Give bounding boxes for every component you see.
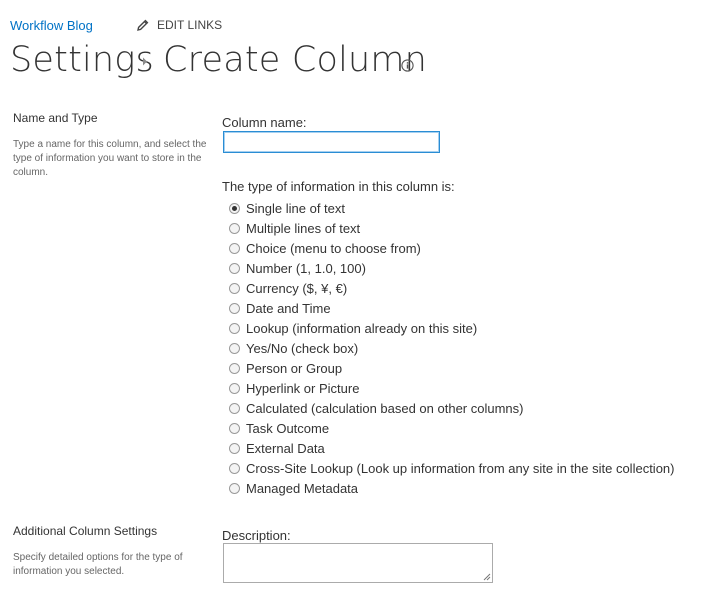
radio-option-external-data[interactable]: External Data [229, 438, 325, 458]
breadcrumb-current: Create Column [163, 40, 428, 80]
section-title-name-type: Name and Type [13, 111, 98, 125]
radio-option-multiple-lines-text[interactable]: Multiple lines of text [229, 218, 360, 238]
radio-button[interactable] [229, 262, 240, 274]
edit-links-button[interactable]: EDIT LINKS [137, 18, 222, 32]
radio-option-managed-metadata[interactable]: Managed Metadata [229, 478, 358, 498]
section-desc-additional: Specify detailed options for the type of… [13, 552, 183, 577]
radio-button[interactable] [229, 302, 240, 314]
column-name-input[interactable] [223, 131, 440, 153]
radio-button[interactable] [229, 482, 240, 494]
type-label: The type of information in this column i… [222, 179, 455, 194]
radio-button[interactable] [229, 222, 240, 234]
radio-option-task-outcome[interactable]: Task Outcome [229, 418, 329, 438]
description-textarea[interactable] [223, 543, 493, 583]
radio-button[interactable] [229, 362, 240, 374]
radio-button[interactable] [229, 442, 240, 454]
radio-option-hyperlink-picture[interactable]: Hyperlink or Picture [229, 378, 359, 398]
edit-links-label: EDIT LINKS [157, 18, 223, 32]
radio-button[interactable] [229, 322, 240, 334]
description-label: Description: [222, 528, 291, 543]
radio-option-date-time[interactable]: Date and Time [229, 298, 331, 318]
radio-option-lookup[interactable]: Lookup (information already on this site… [229, 318, 477, 338]
radio-option-cross-site-lookup[interactable]: Cross-Site Lookup (Look up information f… [229, 458, 674, 478]
radio-button[interactable] [229, 382, 240, 394]
radio-option-calculated[interactable]: Calculated (calculation based on other c… [229, 398, 524, 418]
radio-option-currency[interactable]: Currency ($, ¥, €) [229, 278, 347, 298]
radio-option-number[interactable]: Number (1, 1.0, 100) [229, 258, 366, 278]
radio-button[interactable] [229, 402, 240, 414]
column-name-label: Column name: [222, 115, 307, 130]
site-link[interactable]: Workflow Blog [10, 18, 93, 33]
radio-button[interactable] [229, 202, 240, 214]
section-title-additional: Additional Column Settings [13, 524, 158, 538]
breadcrumb-parent[interactable]: Settings [10, 40, 154, 80]
info-icon[interactable] [401, 59, 414, 72]
breadcrumb-arrow-icon [143, 57, 147, 66]
radio-option-yes-no[interactable]: Yes/No (check box) [229, 338, 358, 358]
radio-button[interactable] [229, 422, 240, 434]
radio-option-single-line-text[interactable]: Single line of text [229, 198, 345, 218]
radio-button[interactable] [229, 342, 240, 354]
radio-button[interactable] [229, 282, 240, 294]
radio-option-person-group[interactable]: Person or Group [229, 358, 342, 378]
resize-grip-icon[interactable] [483, 573, 491, 581]
section-desc-name-type: Type a name for this column, and select … [13, 139, 207, 178]
radio-button[interactable] [229, 462, 240, 474]
radio-option-choice[interactable]: Choice (menu to choose from) [229, 238, 421, 258]
pencil-icon [137, 19, 149, 31]
radio-button[interactable] [229, 242, 240, 254]
